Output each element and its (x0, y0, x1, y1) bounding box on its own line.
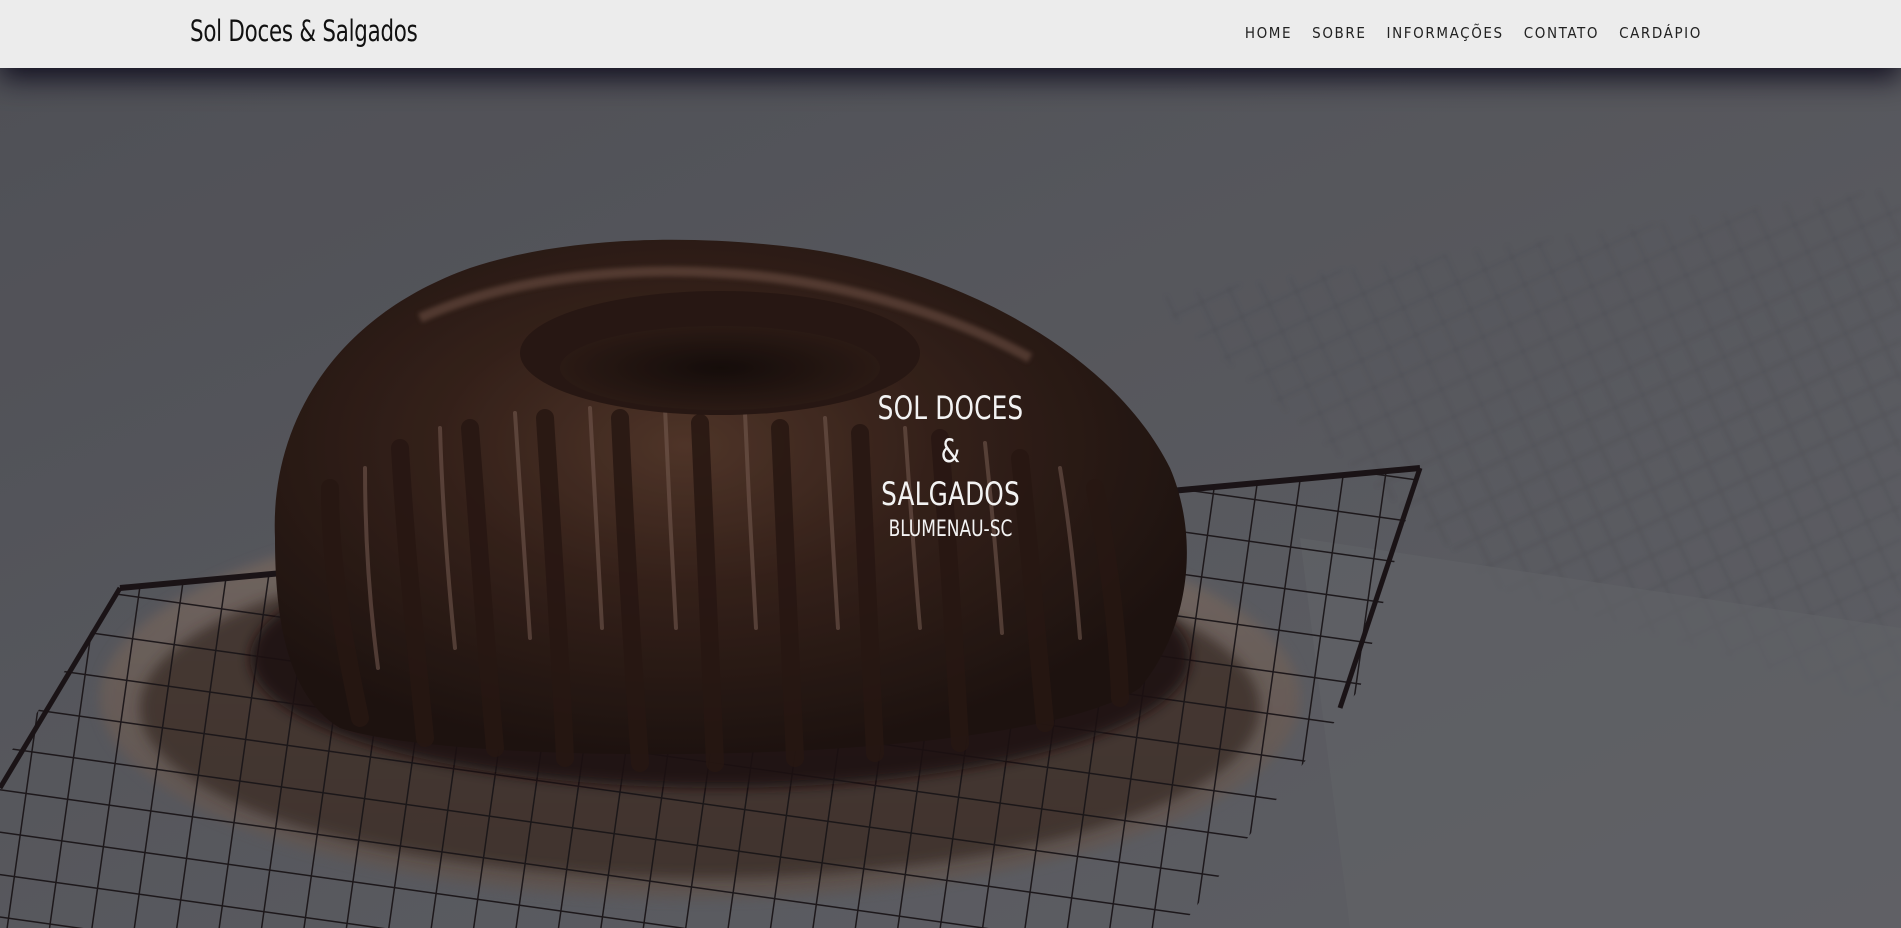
hero-title: SOL DOCES & SALGADOS (133, 387, 1768, 516)
hero-section: SOL DOCES & SALGADOS BLUMENAU-SC (0, 68, 1901, 928)
hero-subtitle: BLUMENAU-SC (888, 517, 1013, 542)
hero-title-line-1: SOL DOCES (877, 389, 1024, 427)
top-navbar: Sol Doces & Salgados HOME SOBRE INFORMAÇ… (0, 0, 1901, 68)
hero-title-line-3: SALGADOS (881, 475, 1020, 513)
main-nav: HOME SOBRE INFORMAÇÕES CONTATO CARDÁPIO (1245, 24, 1702, 42)
brand-link[interactable]: Sol Doces & Salgados (190, 14, 418, 48)
hero-title-line-2: & (940, 432, 961, 470)
nav-item-informacoes[interactable]: INFORMAÇÕES (1387, 24, 1504, 42)
nav-item-cardapio[interactable]: CARDÁPIO (1619, 24, 1702, 42)
nav-item-sobre[interactable]: SOBRE (1312, 24, 1366, 42)
nav-item-home[interactable]: HOME (1245, 24, 1292, 42)
nav-item-contato[interactable]: CONTATO (1524, 24, 1599, 42)
hero-text-block: SOL DOCES & SALGADOS BLUMENAU-SC (0, 387, 1901, 544)
